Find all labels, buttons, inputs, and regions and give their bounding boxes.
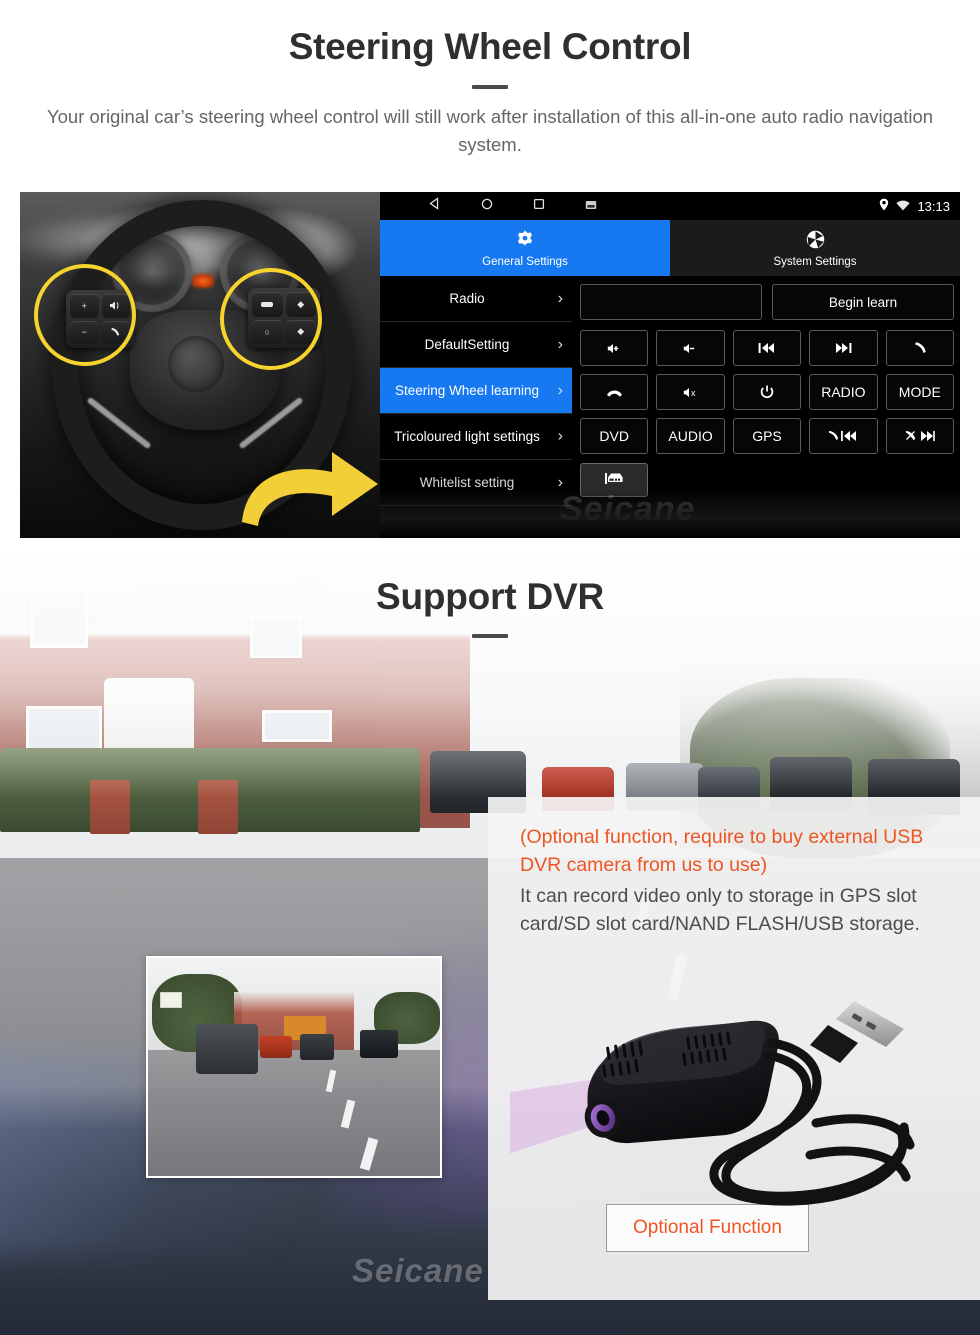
back-triangle-icon[interactable] [428,197,441,215]
highlight-circle-left [34,264,136,366]
aperture-icon [805,229,826,253]
tab-general-settings-label: General Settings [482,256,568,268]
dashcam-footage-inset [146,956,442,1178]
chevron-right-icon: › [557,381,563,399]
inset-suv [196,1024,258,1074]
menu-item-whitelist-setting[interactable]: Whitelist setting › [380,460,572,506]
head-unit-screenshot: + − ◆ ○ ◆ 13:13 General Settings System … [20,192,960,538]
section2-title: Support DVR [375,576,604,617]
function-key-grid: x RADIO MODE DVD AUDIO GPS [580,330,954,454]
inset-road [148,1049,440,1176]
settings-body: Radio › DefaultSetting › Steering Wheel … [380,276,960,538]
key-mode[interactable]: MODE [885,374,954,410]
svg-text:x: x [691,388,696,398]
learn-controls-row: Begin learn [580,284,954,320]
key-previous-track[interactable] [732,330,802,366]
inset-dark-car [300,1034,334,1060]
menu-item-defaultsetting[interactable]: DefaultSetting › [380,322,572,368]
android-status-bar: 13:13 [380,192,960,220]
usb-dvr-camera-photo [510,1001,915,1206]
inset-red-car [260,1036,292,1058]
dvr-storage-note: It can record video only to storage in G… [520,884,920,935]
key-gps[interactable]: GPS [732,418,802,454]
car-settings-button[interactable] [580,463,648,497]
watermark-seicane-bottom: Seicane [352,1252,484,1289]
page-title: Steering Wheel Control [288,26,692,67]
steering-wheel-learning-pane: Begin learn x RADIO MODE DVD AUDIO GPS [572,276,960,538]
key-phone-answer[interactable] [885,330,954,366]
car-icon [604,470,624,491]
menu-item-label: Tricoloured light settings [394,428,540,444]
tab-general-settings[interactable]: General Settings [380,220,670,276]
chevron-right-icon: › [557,427,563,445]
key-phone-reject-next[interactable] [885,418,954,454]
key-dvd[interactable]: DVD [580,418,649,454]
navigation-bar [428,197,597,215]
key-next-track[interactable] [809,330,878,366]
key-phone-previous[interactable] [809,418,878,454]
product-feature-page: Steering Wheel Control Your original car… [0,0,980,1335]
highlight-circle-right [220,268,322,370]
key-power[interactable] [732,374,802,410]
screenshot-icon[interactable] [585,197,597,215]
key-volume-down[interactable] [656,330,725,366]
steering-wheel-section-header: Steering Wheel Control Your original car… [0,0,980,160]
airbag-cover [168,336,224,392]
location-pin-icon [879,198,889,214]
steering-wheel-photo: + − ◆ ○ ◆ [20,192,380,538]
section-subtitle: Your original car’s steering wheel contr… [46,105,934,156]
key-radio[interactable]: RADIO [809,374,878,410]
tab-system-settings-label: System Settings [773,255,857,268]
android-settings-ui: 13:13 General Settings System Settings R… [380,192,960,538]
yellow-arrow-icon [242,452,378,526]
key-volume-mute[interactable]: x [656,374,725,410]
learn-value-field[interactable] [580,284,762,320]
chevron-right-icon: › [557,289,563,307]
title-divider [472,634,508,638]
chevron-right-icon: › [557,335,563,353]
inset-for-sale-sign [160,992,182,1008]
key-phone-hangup[interactable] [580,374,649,410]
key-audio[interactable]: AUDIO [656,418,725,454]
settings-tabs: General Settings System Settings [380,220,960,276]
menu-item-label: Radio [449,290,485,306]
home-circle-icon[interactable] [481,197,493,215]
wifi-icon [896,199,911,214]
menu-item-radio[interactable]: Radio › [380,276,572,322]
key-volume-up[interactable] [580,330,649,366]
menu-item-label: Whitelist setting [419,474,515,490]
recents-square-icon[interactable] [533,197,545,215]
status-indicators: 13:13 [879,192,950,220]
bottom-button-row [580,463,954,497]
status-time: 13:13 [917,198,950,214]
menu-item-tricoloured-light-settings[interactable]: Tricoloured light settings › [380,414,572,460]
menu-item-steering-wheel-learning[interactable]: Steering Wheel learning › [380,368,572,414]
begin-learn-button[interactable]: Begin learn [772,284,954,320]
support-dvr-header: Support DVR [0,576,980,652]
chevron-right-icon: › [557,473,563,491]
menu-item-label: Steering Wheel learning [394,382,540,398]
title-divider [472,84,508,89]
tab-system-settings[interactable]: System Settings [670,220,960,276]
dvr-optional-notice: (Optional function, require to buy exter… [520,826,924,877]
gear-icon [514,228,536,253]
settings-menu-list: Radio › DefaultSetting › Steering Wheel … [380,276,572,538]
inset-black-suv [360,1030,398,1058]
menu-item-label: DefaultSetting [424,336,510,352]
